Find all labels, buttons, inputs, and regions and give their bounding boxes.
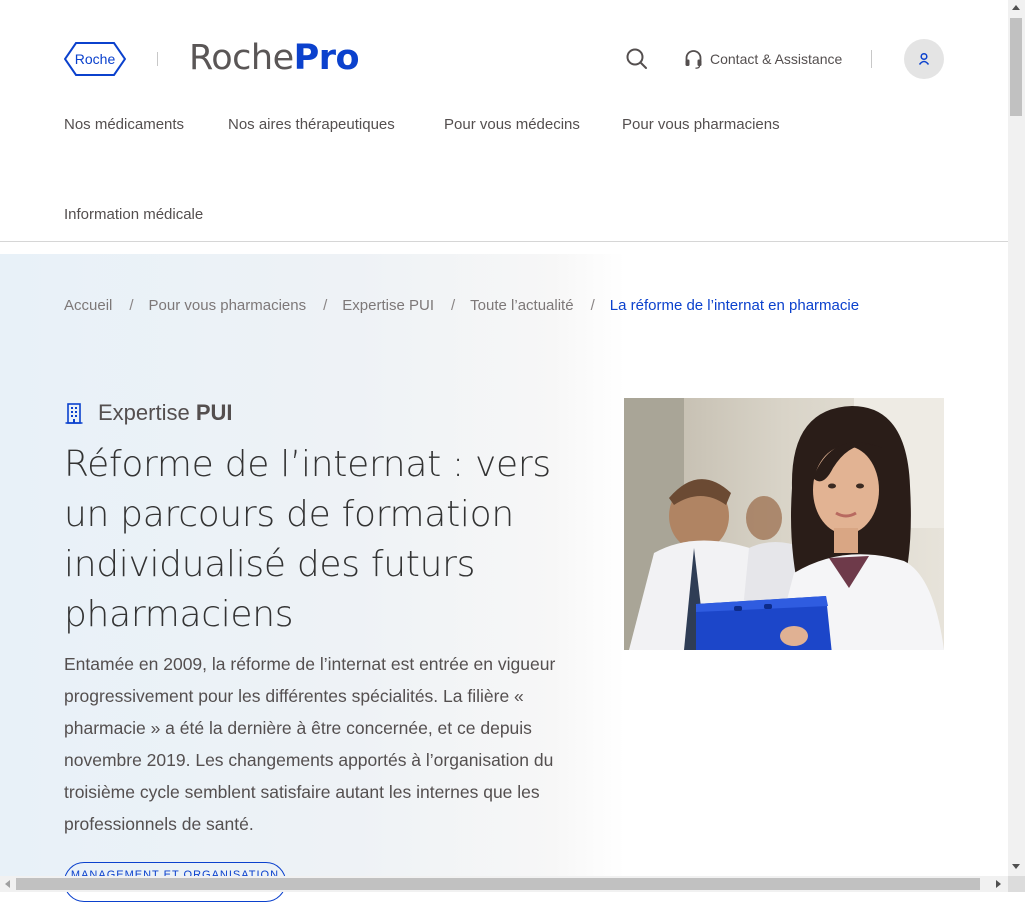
breadcrumb-separator: / [451,297,456,314]
category-part2: PUI [195,400,233,425]
article-title: Réforme de l’internat : vers un parcours… [64,444,551,635]
vertical-scrollbar[interactable] [1008,0,1025,876]
search-icon [626,48,647,69]
scroll-left-arrow-icon[interactable] [5,880,10,888]
brand-part1: Roche [189,38,294,78]
breadcrumb-separator: / [129,297,134,314]
brand-part2: Pro [293,38,360,78]
contact-label: Contact & Assistance [710,51,843,67]
article-image [624,398,944,650]
headset-icon [685,50,702,69]
pharmacy-students-photo [624,398,944,650]
article-lead: Entamée en 2009, la réforme de l’interna… [64,654,556,834]
scrollbar-corner [1008,876,1025,892]
search-button[interactable] [624,46,650,72]
breadcrumb-item-actualite[interactable]: Toute l’actualité [470,297,573,314]
rochepro-brand[interactable]: RochePro [189,38,360,78]
vertical-scrollbar-thumb[interactable] [1010,18,1022,116]
user-icon [918,52,930,65]
site-header: Roche RochePro Contact & Assistance Nos … [0,0,1008,242]
building-icon [65,403,83,424]
roche-logo[interactable]: Roche [64,42,126,76]
contact-assistance-link[interactable]: Contact & Assistance [684,48,842,70]
breadcrumb-item-expertise-pui[interactable]: Expertise PUI [342,297,434,314]
breadcrumb-item-current: La réforme de l’internat en pharmacie [609,297,860,314]
nav-item-pharmaciens[interactable]: Pour vous pharmaciens [622,116,780,133]
account-button[interactable] [904,39,944,79]
breadcrumb: Accueil / Pour vous pharmaciens / Expert… [64,297,859,314]
nav-item-medecins[interactable]: Pour vous médecins [444,116,580,133]
breadcrumb-item-accueil[interactable]: Accueil [64,297,112,314]
nav-item-medicaments[interactable]: Nos médicaments [64,116,184,133]
article-category: Expertise PUI [64,400,233,426]
breadcrumb-separator: / [323,297,328,314]
horizontal-scrollbar-thumb[interactable] [16,878,980,890]
scroll-down-arrow-icon[interactable] [1012,864,1020,869]
nav-item-information-medicale[interactable]: Information médicale [64,206,203,223]
breadcrumb-item-pharmaciens[interactable]: Pour vous pharmaciens [149,297,307,314]
scroll-up-arrow-icon[interactable] [1012,5,1020,10]
header-divider [871,50,872,68]
scroll-right-arrow-icon[interactable] [996,880,1001,888]
nav-item-aires-therapeutiques[interactable]: Nos aires thérapeutiques [228,116,395,133]
category-part1: Expertise [98,400,190,425]
roche-logo-text: Roche [75,51,116,67]
breadcrumb-separator: / [590,297,595,314]
logo-divider [157,52,158,66]
